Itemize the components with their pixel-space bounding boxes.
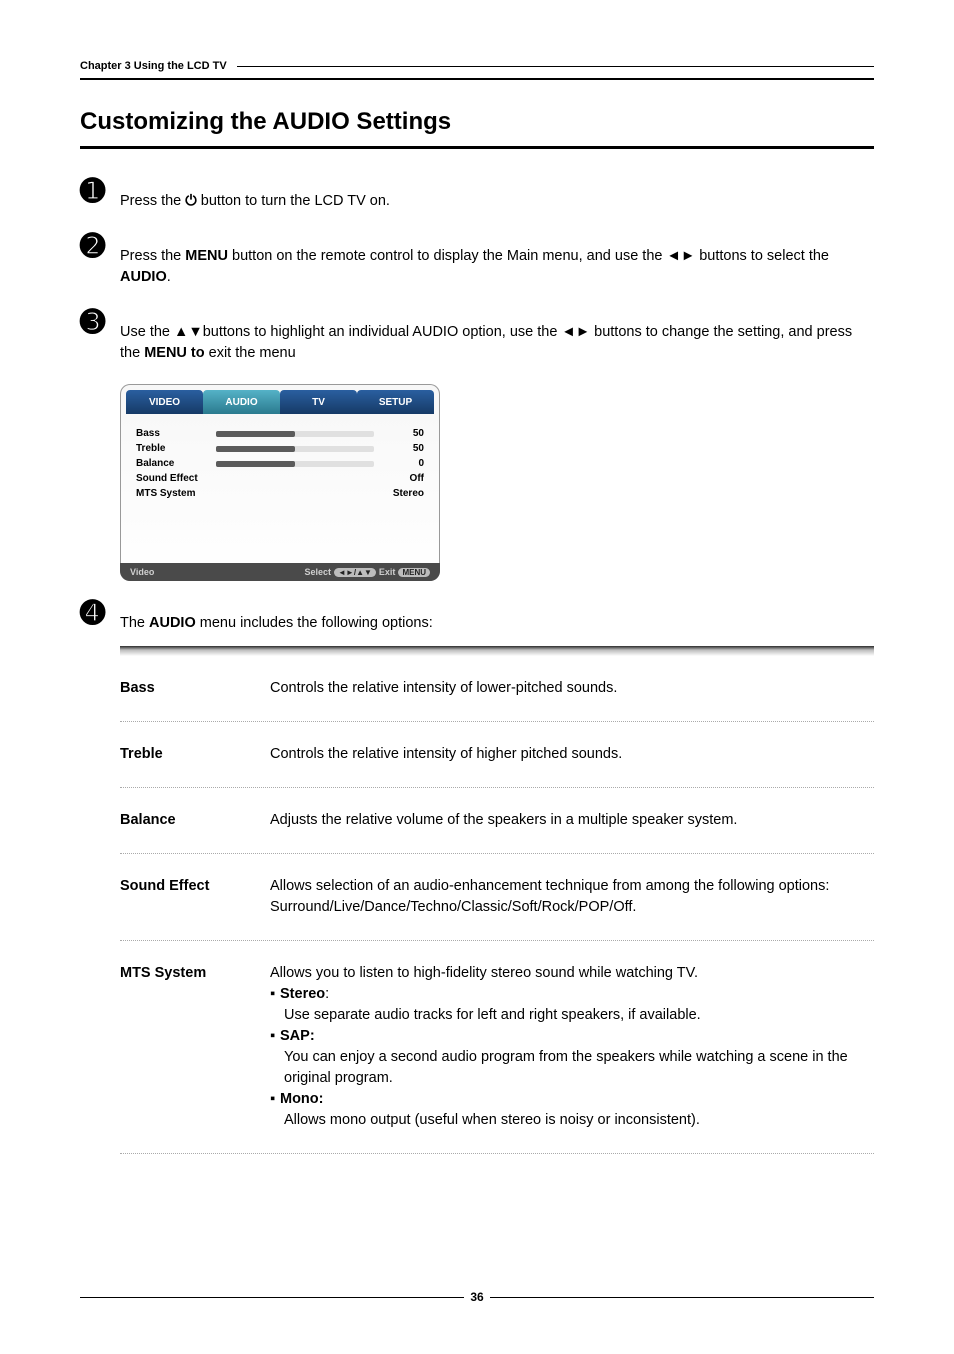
footer-rule-right — [490, 1297, 874, 1298]
osd-footer-arrows: ◄►/▲▼ — [334, 568, 376, 577]
opt-mts-mono-h: Mono: — [280, 1091, 323, 1107]
page-number: 36 — [464, 1290, 489, 1304]
osd-footer-exit: Exit — [379, 567, 396, 577]
osd-sound-label: Sound Effect — [136, 473, 216, 484]
page-title: Customizing the AUDIO Settings — [80, 108, 874, 136]
opt-balance-name: Balance — [120, 810, 270, 831]
osd-treble-value: 50 — [382, 443, 424, 454]
osd-bass-bar — [216, 431, 374, 437]
s2-l2-post: . — [167, 269, 171, 285]
step-2-text: Press the MENU button on the remote cont… — [120, 232, 874, 288]
opt-row-bass: Bass Controls the relative intensity of … — [120, 656, 874, 722]
s4-bold: AUDIO — [149, 615, 196, 631]
options-header-bar — [120, 646, 874, 656]
osd-menu: VIDEO AUDIO TV SETUP Bass 50 Treble 50 — [120, 384, 440, 581]
power-icon: ⏻ — [185, 193, 196, 209]
osd-balance-label: Balance — [136, 458, 216, 469]
opt-mts-name: MTS System — [120, 963, 270, 1131]
osd-footer-menu: MENU — [398, 568, 430, 577]
osd-treble-label: Treble — [136, 443, 216, 454]
s2-l1-bold: MENU — [185, 248, 228, 264]
opt-row-mts: MTS System Allows you to listen to high-… — [120, 941, 874, 1154]
s4-post: menu includes the following options: — [196, 615, 433, 631]
step-4-icon: ➍ — [80, 599, 120, 629]
osd-tab-tv: TV — [280, 390, 357, 414]
osd-footer-left: Video — [130, 567, 154, 577]
opt-treble-name: Treble — [120, 744, 270, 765]
opt-mts-stereo-d: Use separate audio tracks for left and r… — [270, 1005, 874, 1026]
opt-balance-desc: Adjusts the relative volume of the speak… — [270, 810, 874, 831]
osd-balance-bar — [216, 461, 374, 467]
opt-sound-name: Sound Effect — [120, 876, 270, 918]
step-3-text: Use the ▲▼buttons to highlight an indivi… — [120, 308, 874, 364]
osd-balance-value: 0 — [382, 458, 424, 469]
chapter-rule — [237, 66, 874, 67]
osd-mts-label: MTS System — [136, 488, 216, 499]
s2-l1-pre: Press the — [120, 248, 185, 264]
step-1-text: Press the ⏻ button to turn the LCD TV on… — [120, 177, 874, 212]
chapter-label: Chapter 3 Using the LCD TV — [80, 60, 227, 72]
opt-row-treble: Treble Controls the relative intensity o… — [120, 722, 874, 788]
opt-bass-desc: Controls the relative intensity of lower… — [270, 678, 874, 699]
osd-tab-audio: AUDIO — [203, 390, 280, 414]
s4-pre: The — [120, 615, 149, 631]
osd-bass-label: Bass — [136, 428, 216, 439]
s2-l2-bold: AUDIO — [120, 269, 167, 285]
osd-footer-select: Select — [304, 567, 331, 577]
title-rule — [80, 146, 874, 149]
osd-mts-value: Stereo — [382, 488, 424, 499]
step-3-icon: ➌ — [80, 308, 120, 338]
s3-post: exit the menu — [205, 345, 296, 361]
s1-post: button to turn the LCD TV on. — [197, 193, 390, 209]
osd-footer: Video Select ◄►/▲▼ Exit MENU — [120, 563, 440, 581]
opt-mts-mono-d: Allows mono output (useful when stereo i… — [270, 1110, 874, 1131]
opt-mts-intro: Allows you to listen to high-fidelity st… — [270, 963, 874, 984]
osd-bass-value: 50 — [382, 428, 424, 439]
s1-pre: Press the — [120, 193, 185, 209]
opt-bass-name: Bass — [120, 678, 270, 699]
step-2-icon: ➋ — [80, 232, 120, 262]
osd-tab-setup: SETUP — [357, 390, 434, 414]
opt-mts-sap-d: You can enjoy a second audio program fro… — [270, 1047, 874, 1089]
top-rule — [80, 78, 874, 80]
opt-treble-desc: Controls the relative intensity of highe… — [270, 744, 874, 765]
opt-sound-desc: Allows selection of an audio-enhancement… — [270, 876, 874, 918]
opt-row-balance: Balance Adjusts the relative volume of t… — [120, 788, 874, 854]
opt-mts-desc: Allows you to listen to high-fidelity st… — [270, 963, 874, 1131]
s2-l1-mid: button on the remote control to display … — [228, 248, 667, 264]
s2-l2-pre: ◄► buttons to select the — [666, 248, 829, 264]
osd-treble-bar — [216, 446, 374, 452]
opt-mts-sap-h: SAP: — [280, 1028, 315, 1044]
opt-row-sound: Sound Effect Allows selection of an audi… — [120, 854, 874, 941]
step-1-icon: ➊ — [80, 177, 120, 207]
footer-rule-left — [80, 1297, 464, 1298]
opt-mts-stereo-h: Stereo — [280, 986, 325, 1002]
osd-sound-value: Off — [382, 473, 424, 484]
osd-tab-video: VIDEO — [126, 390, 203, 414]
step-4-text: The AUDIO menu includes the following op… — [120, 599, 874, 634]
s3-bold: MENU to — [144, 345, 204, 361]
